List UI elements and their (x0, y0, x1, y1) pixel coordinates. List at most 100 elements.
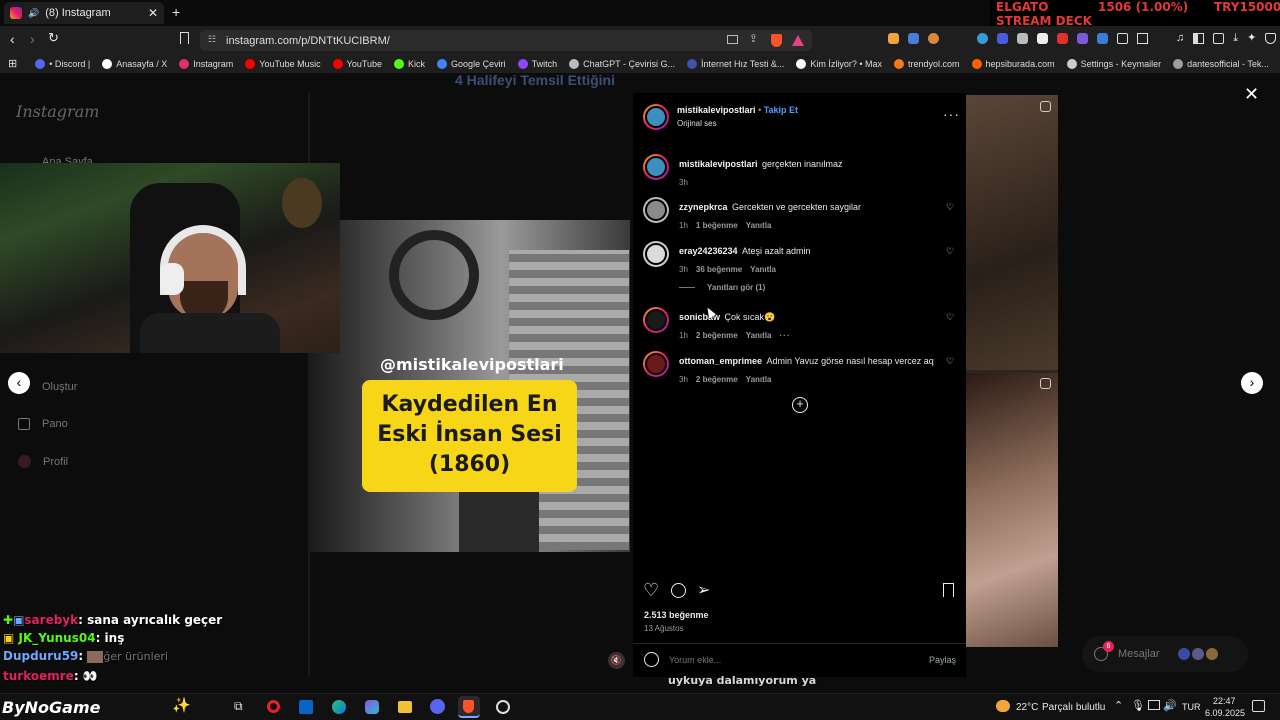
network-icon[interactable] (1148, 700, 1160, 710)
sidebar-item-create[interactable]: Oluştur (42, 381, 77, 393)
sidebar-item-dashboard[interactable]: Pano (18, 418, 68, 430)
discord-icon[interactable] (430, 699, 445, 714)
new-tab-icon[interactable]: + (172, 4, 180, 20)
likes-count[interactable]: 2.513 beğenme (644, 610, 709, 620)
author-username[interactable]: mistikalevipostlari (677, 105, 756, 115)
extension-icon[interactable] (1057, 33, 1068, 44)
copilot-icon[interactable] (365, 700, 379, 714)
extension-icon[interactable] (888, 33, 899, 44)
load-more-comments-icon[interactable]: + (792, 397, 808, 413)
screenshot-icon[interactable] (1137, 33, 1148, 44)
commenter-avatar[interactable] (643, 197, 669, 223)
share-icon[interactable]: ➢ (697, 580, 710, 600)
sidebar-item-profile[interactable]: Profil (18, 455, 68, 468)
bookmark-item[interactable]: Anasayfa / X (96, 58, 173, 69)
weather-icon[interactable] (996, 700, 1010, 712)
prev-post-button[interactable]: ‹ (8, 372, 30, 394)
back-icon[interactable]: ‹ (10, 31, 15, 47)
view-replies-button[interactable]: Yanıtları gör (1) (679, 283, 765, 292)
share-icon[interactable]: ⇪ (749, 32, 758, 45)
reply-button[interactable]: Yanıtla (746, 331, 772, 340)
microphone-icon[interactable]: 🎙 (1131, 699, 1145, 712)
forward-icon[interactable]: › (30, 31, 35, 47)
wallet-icon[interactable] (1213, 33, 1225, 44)
weather-text[interactable]: Parçalı bulutlu (1042, 702, 1105, 713)
follow-button[interactable]: Takip Et (764, 105, 798, 115)
messages-button[interactable]: 6 Mesajlar (1082, 636, 1248, 672)
language-indicator[interactable]: TUR (1182, 702, 1201, 712)
extension-icon[interactable] (1037, 33, 1048, 44)
bookmarks-overflow-icon[interactable]: » (1275, 58, 1280, 70)
task-view-icon[interactable]: ⧉ (234, 699, 243, 714)
bookmark-item[interactable]: dantesofficial - Tek... (1167, 58, 1275, 69)
extension-icon[interactable] (908, 33, 919, 44)
author-avatar[interactable] (643, 104, 669, 130)
reply-button[interactable]: Yanıtla (746, 375, 772, 384)
reply-button[interactable]: Yanıtla (746, 221, 772, 230)
save-icon[interactable] (943, 583, 954, 597)
tray-chevron-icon[interactable]: ⌃ (1114, 699, 1123, 712)
apps-grid-icon[interactable]: ⊞ (0, 57, 29, 70)
cast-icon[interactable] (727, 35, 738, 44)
bookmark-item[interactable]: Settings - Keymailer (1061, 58, 1168, 69)
extension-icon[interactable] (1077, 33, 1088, 44)
opera-icon[interactable] (267, 700, 280, 713)
comment-like-icon[interactable]: ♡ (946, 247, 955, 256)
extensions-puzzle-icon[interactable] (1117, 33, 1128, 44)
clock-time[interactable]: 22:47 (1213, 696, 1236, 706)
bookmark-item[interactable]: trendyol.com (888, 58, 966, 69)
extension-icon[interactable] (928, 33, 939, 44)
leo-ai-icon[interactable]: ✦ (1247, 33, 1256, 44)
tab-instagram[interactable]: 🔊 (8) Instagram ✕ (4, 2, 164, 24)
comment-username[interactable]: mistikalevipostlari (679, 159, 758, 169)
extension-icon[interactable] (1097, 33, 1108, 44)
comment-likes[interactable]: 2 beğenme (696, 331, 738, 340)
bookmark-item[interactable]: • Discord | (29, 58, 96, 69)
bookmark-item[interactable]: İnternet Hız Testi &... (681, 58, 790, 69)
bookmark-item[interactable]: hepsiburada.com (966, 58, 1061, 69)
comment-likes[interactable]: 2 beğenme (696, 375, 738, 384)
comment-like-icon[interactable]: ♡ (946, 203, 955, 212)
author-avatar[interactable] (643, 154, 669, 180)
notification-icon[interactable] (1252, 700, 1265, 712)
outlook-icon[interactable] (299, 700, 313, 714)
extension-icon[interactable] (997, 33, 1008, 44)
brave-shield-icon[interactable] (771, 34, 782, 47)
site-info-icon[interactable]: ☷ (208, 34, 216, 45)
commenter-avatar[interactable] (643, 307, 669, 333)
comment-like-icon[interactable]: ♡ (946, 313, 955, 322)
next-post-button[interactable]: › (1241, 372, 1263, 394)
music-icon[interactable]: ♫ (1176, 33, 1184, 44)
emoji-icon[interactable] (644, 652, 659, 667)
bookmark-item[interactable]: ChatGPT - Çevirisi G... (563, 58, 681, 69)
comment-input[interactable] (669, 652, 909, 668)
file-explorer-icon[interactable] (398, 701, 412, 713)
commenter-avatar[interactable] (643, 241, 669, 267)
sidebar-icon[interactable] (1193, 33, 1205, 44)
comment-options-icon[interactable]: ··· (780, 331, 791, 340)
bookmark-item[interactable]: YouTube (327, 58, 388, 69)
comment-username[interactable]: eray24236234 (679, 246, 738, 256)
edge-icon[interactable] (332, 700, 346, 714)
comment-likes[interactable]: 1 beğenme (696, 221, 738, 230)
comment-username[interactable]: zzynepkrca (679, 202, 728, 212)
bookmark-item[interactable]: Twitch (512, 58, 564, 69)
close-icon[interactable]: ✕ (1244, 84, 1259, 105)
extension-icon[interactable] (1017, 33, 1028, 44)
reload-icon[interactable]: ↻ (48, 30, 59, 46)
reply-button[interactable]: Yanıtla (750, 265, 776, 274)
brave-rewards-icon[interactable] (792, 35, 804, 46)
tab-close-icon[interactable]: ✕ (148, 6, 158, 20)
bookmark-item[interactable]: Kim İzliyor? • Max (790, 58, 888, 69)
comment-likes[interactable]: 36 beğenme (696, 265, 742, 274)
instagram-logo[interactable]: Instagram (16, 102, 99, 121)
like-icon[interactable]: ♡ (643, 580, 659, 601)
clock-date[interactable]: 6.09.2025 (1205, 708, 1245, 718)
comment-icon[interactable] (671, 583, 686, 598)
weather-temp[interactable]: 22°C (1016, 702, 1038, 713)
download-icon[interactable]: ⤓ (1233, 33, 1238, 44)
bookmark-item[interactable]: YouTube Music (239, 58, 326, 69)
audio-label[interactable]: Orijinal ses (677, 119, 717, 128)
comment-username[interactable]: ottoman_emprimee (679, 356, 762, 366)
bookmark-page-icon[interactable] (180, 32, 189, 44)
